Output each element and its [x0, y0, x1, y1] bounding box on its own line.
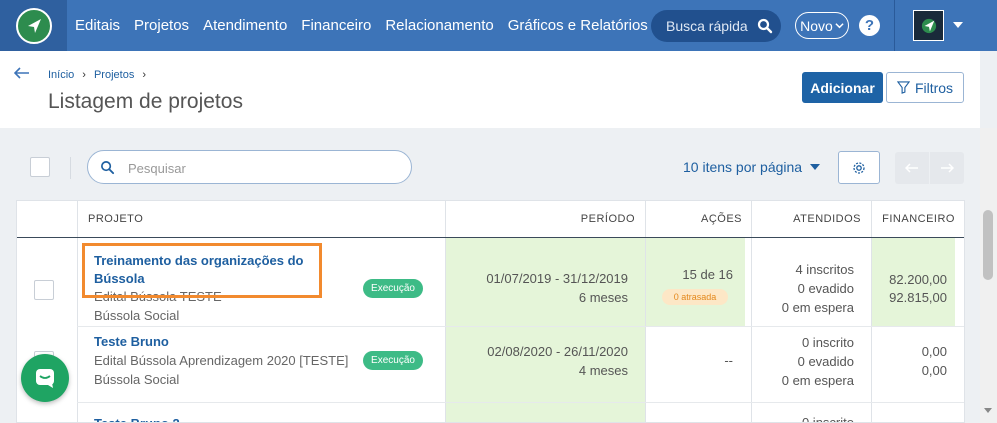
column-header-acoes[interactable]: AÇÕES — [645, 201, 742, 237]
period-dates: 02/08/2020 - 26/11/2020 — [487, 344, 628, 359]
nav-item-projetos[interactable]: Projetos — [134, 17, 189, 34]
chevron-down-icon — [810, 164, 821, 170]
nav-item-atendimento[interactable]: Atendimento — [203, 17, 287, 34]
toolbar-divider — [70, 157, 71, 179]
period-dates: 01/07/2019 - 31/12/2019 — [486, 271, 628, 286]
quick-search[interactable]: Busca rápida — [651, 10, 781, 42]
late-badge: 0 atrasada — [662, 289, 728, 305]
project-org: Bússola Social — [94, 308, 180, 323]
financial-value: 82.200,00 — [889, 272, 947, 287]
period-duration: 4 meses — [578, 363, 628, 378]
project-org: Bússola Social — [94, 372, 180, 387]
period-duration: 6 meses — [578, 290, 628, 305]
highlight-box — [82, 243, 322, 298]
gear-icon — [853, 161, 865, 174]
nav-item-editais[interactable]: Editais — [75, 17, 120, 34]
project-title-link[interactable]: Teste Bruno 2 — [94, 415, 180, 422]
breadcrumb: Início › Projetos › — [48, 69, 146, 81]
logo[interactable] — [0, 0, 67, 51]
actions-progress: 15 de 16 — [682, 267, 733, 282]
nav-divider — [894, 0, 895, 51]
attendees-waiting: 0 em espera — [781, 300, 854, 315]
arrow-left-icon — [905, 163, 918, 173]
top-navbar: Editais Projetos Atendimento Financeiro … — [0, 0, 997, 51]
row-divider — [77, 402, 964, 403]
search-input[interactable]: Pesquisar — [87, 150, 412, 184]
breadcrumb-chevron-icon: › — [142, 69, 146, 81]
new-button[interactable]: Novo — [795, 12, 849, 39]
arrow-right-icon — [941, 163, 954, 173]
chat-button[interactable] — [21, 354, 69, 402]
attendees-waiting: 0 em espera — [781, 373, 854, 388]
column-divider — [77, 201, 78, 422]
nav-item-graficos[interactable]: Gráficos e Relatórios — [508, 17, 648, 34]
attendees-dropped: 0 evadido — [797, 354, 854, 369]
filter-button[interactable]: Filtros — [886, 72, 964, 103]
settings-button[interactable] — [838, 151, 880, 184]
header-underline — [17, 237, 964, 238]
actions-progress: -- — [724, 353, 733, 368]
column-header-financeiro[interactable]: FINANCEIRO — [871, 201, 955, 237]
status-badge: Execução — [363, 279, 423, 298]
period-cell-bg — [446, 238, 645, 422]
back-arrow-icon[interactable] — [13, 66, 30, 84]
search-icon — [100, 160, 115, 180]
attendees-enrolled: 4 inscritos — [795, 262, 854, 277]
breadcrumb-chevron-icon: › — [82, 69, 86, 81]
financial-value: 0,00 — [921, 344, 947, 359]
new-button-label: Novo — [800, 17, 833, 34]
project-edital: Edital Bússola Aprendizagem 2020 [TESTE] — [94, 353, 349, 368]
main-nav: Editais Projetos Atendimento Financeiro … — [75, 0, 662, 51]
breadcrumb-projects[interactable]: Projetos — [94, 69, 134, 81]
attendees-enrolled: 0 inscrito — [801, 415, 854, 423]
select-all-checkbox[interactable] — [30, 157, 50, 177]
compass-logo-icon — [15, 7, 52, 44]
scrollbar-thumb[interactable] — [983, 210, 993, 280]
filter-button-label: Filtros — [914, 79, 954, 96]
attendees-enrolled: 0 inscrito — [801, 335, 854, 350]
quick-search-placeholder: Busca rápida — [666, 18, 748, 34]
avatar[interactable] — [913, 10, 944, 41]
per-page-label: 10 itens por página — [683, 159, 803, 175]
column-header-periodo[interactable]: PERÍODO — [445, 201, 635, 237]
row-divider — [77, 326, 964, 327]
prev-page-button[interactable] — [895, 152, 929, 184]
filter-icon — [896, 81, 910, 94]
add-button[interactable]: Adicionar — [802, 72, 883, 103]
column-header-atendidos[interactable]: ATENDIDOS — [751, 201, 861, 237]
page-title: Listagem de projetos — [48, 90, 243, 113]
financial-value: 92.815,00 — [889, 290, 947, 305]
column-header-projeto[interactable]: PROJETO — [88, 201, 143, 237]
nav-item-relacionamento[interactable]: Relacionamento — [385, 17, 493, 34]
scroll-down-icon[interactable] — [984, 408, 992, 413]
per-page-select[interactable]: 10 itens por página — [683, 159, 821, 175]
project-title-link[interactable]: Teste Bruno — [94, 333, 169, 351]
financial-value: 0,00 — [921, 363, 947, 378]
breadcrumb-home[interactable]: Início — [48, 69, 74, 81]
projects-table: PROJETO PERÍODO AÇÕES ATENDIDOS FINANCEI… — [16, 200, 965, 423]
help-icon[interactable]: ? — [859, 15, 880, 36]
chat-icon — [36, 369, 54, 388]
search-icon[interactable] — [757, 18, 773, 39]
row-checkbox[interactable] — [34, 280, 54, 300]
next-page-button[interactable] — [930, 152, 964, 184]
nav-item-financeiro[interactable]: Financeiro — [301, 17, 371, 34]
user-menu-caret-icon[interactable] — [953, 22, 963, 28]
actions-cell-bg — [646, 238, 745, 326]
search-placeholder: Pesquisar — [128, 161, 186, 176]
chevron-down-icon — [835, 23, 844, 29]
status-badge: Execução — [363, 351, 423, 370]
attendees-dropped: 0 evadido — [797, 281, 854, 296]
